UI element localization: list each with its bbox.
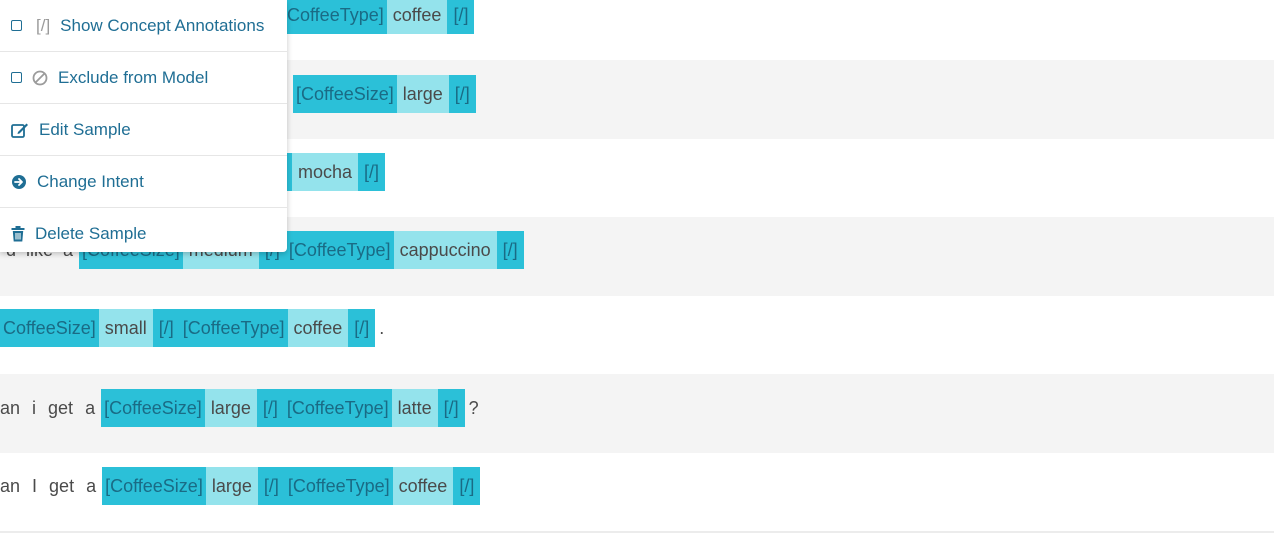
sample-context-menu: [/] Show Concept Annotations Exclude fro… (0, 0, 287, 252)
concept-end-tag[interactable]: [/] (448, 75, 476, 113)
sample-word: i (32, 398, 37, 418)
concept-end-tag[interactable]: [/] (256, 389, 284, 427)
sample-word: get (48, 398, 74, 418)
concept-value[interactable]: cappuccino (393, 231, 497, 269)
concept-tag[interactable]: [CoffeeType] (284, 467, 393, 505)
sample-word: I (32, 476, 38, 496)
concept-value[interactable]: large (396, 75, 449, 113)
checkbox-icon[interactable] (11, 72, 22, 83)
sample-row[interactable]: an I get a [CoffeeSize] large [/] [Coffe… (0, 453, 1274, 531)
menu-item-delete-sample[interactable]: Delete Sample (0, 208, 287, 259)
menu-item-edit-sample[interactable]: Edit Sample (0, 104, 287, 156)
concept-value[interactable]: latte (391, 389, 438, 427)
menu-item-exclude-from-model[interactable]: Exclude from Model (0, 52, 287, 104)
concept-end-tag[interactable]: [/] (447, 0, 475, 34)
sample-row[interactable]: CoffeeSize] small [/] [CoffeeType] coffe… (0, 296, 1274, 374)
menu-item-show-concept-annotations[interactable]: [/] Show Concept Annotations (0, 0, 287, 52)
concept-value[interactable]: coffee (287, 309, 349, 347)
sample-word: an (0, 476, 21, 496)
concept-tag[interactable]: [CoffeeType] (283, 389, 392, 427)
concept-tag[interactable]: [CoffeeSize] (102, 467, 206, 505)
concept-end-tag[interactable]: [/] (348, 309, 376, 347)
concept-tag[interactable]: [CoffeeType] (285, 231, 394, 269)
arrow-circle-right-icon (11, 174, 27, 190)
sample-punctuation: ? (468, 398, 479, 418)
concept-end-tag[interactable]: [/] (152, 309, 180, 347)
concept-end-tag[interactable]: [/] (358, 153, 386, 191)
concept-tag[interactable]: CoffeeType] (284, 0, 387, 34)
concept-value[interactable]: mocha (292, 153, 359, 191)
concept-tag[interactable]: [CoffeeType] (179, 309, 288, 347)
ban-icon (32, 70, 48, 86)
menu-item-change-intent[interactable]: Change Intent (0, 156, 287, 208)
concept-end-tag[interactable]: [/] (437, 389, 465, 427)
menu-item-label: Exclude from Model (58, 67, 209, 87)
concept-end-tag[interactable]: [/] (496, 231, 524, 269)
trash-icon (11, 225, 25, 242)
concept-value[interactable]: coffee (386, 0, 448, 34)
concept-value[interactable]: coffee (392, 467, 454, 505)
annotation-marker: [/] (36, 15, 51, 35)
menu-item-label: Show Concept Annotations (60, 15, 265, 35)
concept-tag[interactable]: CoffeeSize] (0, 309, 99, 347)
sample-word: a (85, 398, 96, 418)
sample-word: get (49, 476, 75, 496)
sample-word: a (86, 476, 97, 496)
concept-value[interactable]: small (98, 309, 153, 347)
menu-item-label: Delete Sample (35, 223, 147, 243)
concept-end-tag[interactable]: [/] (257, 467, 285, 505)
concept-value[interactable]: large (205, 467, 258, 505)
list-divider (0, 531, 1274, 533)
sample-word: an (0, 398, 21, 418)
checkbox-icon[interactable] (11, 20, 22, 31)
menu-item-label: Change Intent (37, 171, 144, 191)
concept-end-tag[interactable]: [/] (453, 467, 481, 505)
sample-row[interactable]: an i get a [CoffeeSize] large [/] [Coffe… (0, 374, 1274, 453)
edit-icon (11, 122, 29, 138)
concept-tag[interactable]: [CoffeeSize] (293, 75, 397, 113)
menu-item-label: Edit Sample (39, 119, 131, 139)
concept-tag[interactable]: [CoffeeSize] (101, 389, 205, 427)
concept-value[interactable]: large (204, 389, 257, 427)
sample-punctuation: . (379, 318, 385, 338)
